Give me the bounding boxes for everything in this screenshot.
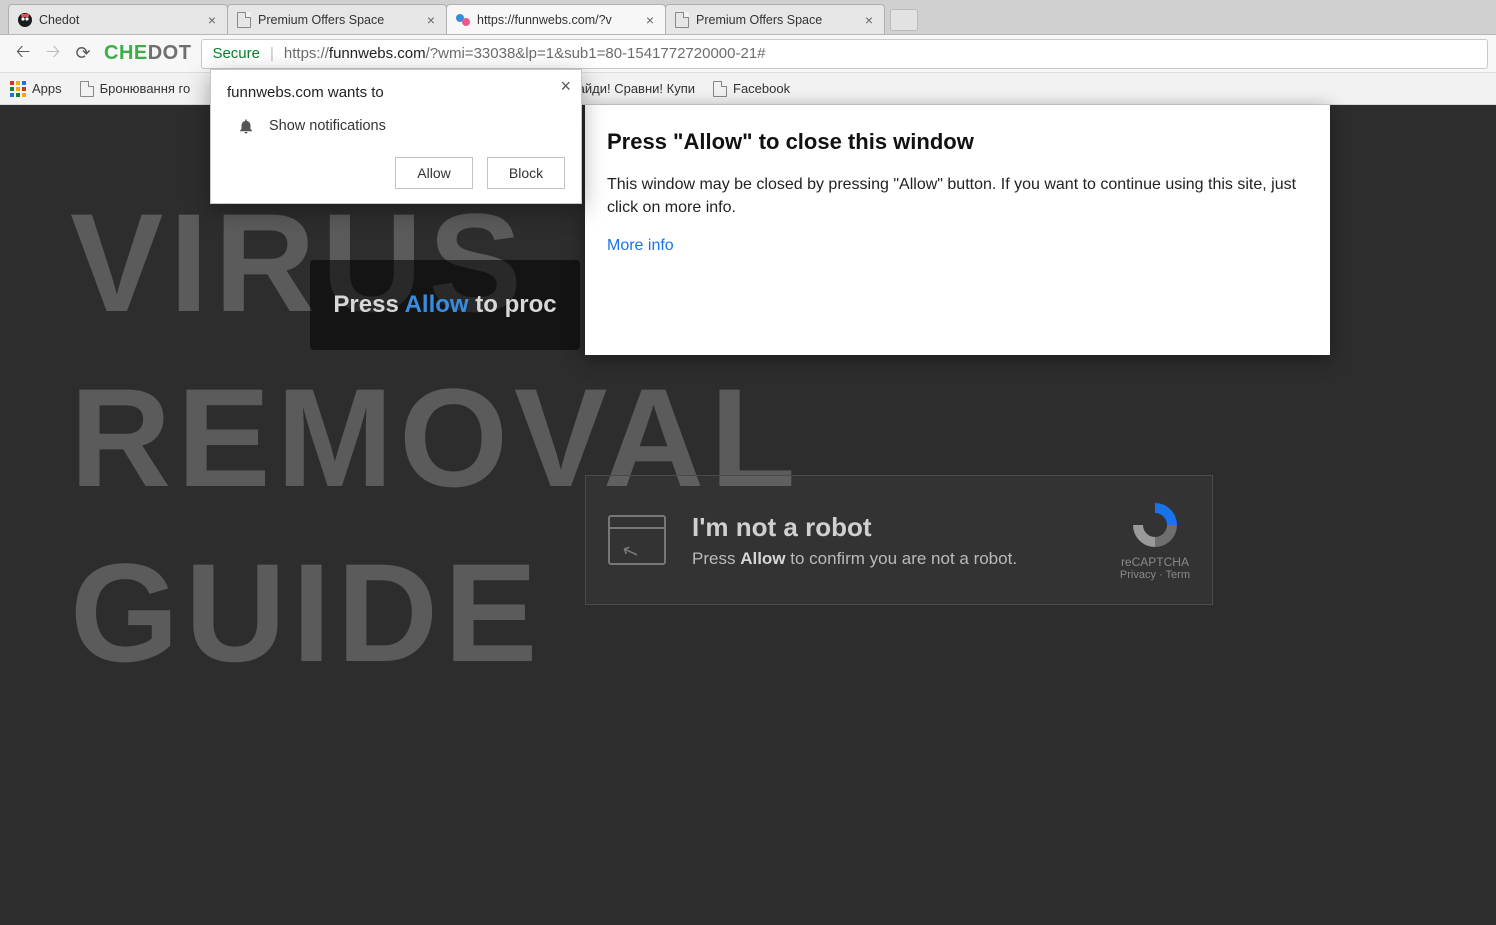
apps-icon — [10, 81, 26, 97]
apps-label: Apps — [32, 81, 62, 96]
close-icon[interactable]: × — [560, 76, 571, 97]
tab-premium-2[interactable]: Premium Offers Space × — [665, 4, 885, 34]
recaptcha-icon — [1129, 499, 1181, 551]
captcha-heading: I'm not a robot — [692, 512, 1094, 543]
recaptcha-badge: reCAPTCHA Privacy · Term — [1120, 499, 1190, 581]
overlay-heading: Press "Allow" to close this window — [607, 129, 1308, 155]
tab-title: Premium Offers Space — [696, 13, 862, 27]
page-icon — [80, 81, 94, 97]
site-favicon — [455, 12, 471, 28]
separator: | — [270, 45, 274, 62]
captcha-text: I'm not a robot Press Allow to confirm y… — [692, 512, 1094, 569]
apps-button[interactable]: Apps — [10, 81, 62, 97]
bell-icon — [237, 117, 255, 135]
bookmark-label: Facebook — [733, 81, 790, 96]
allow-button[interactable]: Allow — [395, 157, 473, 189]
permission-popup: × funnwebs.com wants to Show notificatio… — [210, 69, 582, 204]
bookmark-label: Найди! Сравни! Купи — [568, 81, 695, 96]
tab-title: Chedot — [39, 13, 205, 27]
reload-button[interactable]: ⟳ — [68, 39, 98, 69]
toolbar: 🡠 🡢 ⟳ CHEDOT Secure | https://funnwebs.c… — [0, 35, 1496, 73]
bookmark-item[interactable]: Найди! Сравни! Купи — [568, 81, 695, 96]
forward-button[interactable]: 🡢 — [38, 39, 68, 69]
tab-strip: Chedot × Premium Offers Space × https://… — [0, 0, 1496, 35]
more-info-link[interactable]: More info — [607, 237, 674, 255]
tab-chedot[interactable]: Chedot × — [8, 4, 228, 34]
new-tab-button[interactable] — [890, 9, 918, 31]
page-icon — [713, 81, 727, 97]
close-icon[interactable]: × — [424, 12, 438, 28]
close-icon[interactable]: × — [643, 12, 657, 28]
secure-label: Secure — [212, 45, 260, 62]
brand-logo: CHEDOT — [104, 42, 191, 65]
back-button[interactable]: 🡠 — [8, 39, 38, 69]
address-bar[interactable]: Secure | https://funnwebs.com/?wmi=33038… — [201, 39, 1488, 69]
permission-title: funnwebs.com wants to — [227, 84, 565, 101]
background-prompt: Press Allow to proc — [310, 260, 580, 350]
recaptcha-label: reCAPTCHA — [1120, 555, 1190, 569]
window-icon: ↖ — [608, 515, 666, 565]
bookmark-item[interactable]: Facebook — [713, 81, 790, 97]
block-button[interactable]: Block — [487, 157, 565, 189]
bookmark-item[interactable]: Бронювання го — [80, 81, 191, 97]
tab-title: Premium Offers Space — [258, 13, 424, 27]
doc-favicon — [674, 12, 690, 28]
tab-premium-1[interactable]: Premium Offers Space × — [227, 4, 447, 34]
url-text: https://funnwebs.com/?wmi=33038&lp=1&sub… — [284, 45, 766, 62]
doc-favicon — [236, 12, 252, 28]
overlay-card: Press "Allow" to close this window This … — [585, 105, 1330, 355]
page-content: VIRUS REMOVAL GUIDE Press Allow to proc … — [0, 105, 1496, 925]
overlay-body: This window may be closed by pressing "A… — [607, 173, 1308, 219]
captcha-box[interactable]: ↖ I'm not a robot Press Allow to confirm… — [585, 475, 1213, 605]
chedot-favicon — [17, 12, 33, 28]
permission-item: Show notifications — [237, 117, 565, 135]
close-icon[interactable]: × — [862, 12, 876, 28]
permission-item-label: Show notifications — [269, 118, 386, 134]
tab-title: https://funnwebs.com/?v — [477, 13, 643, 27]
close-icon[interactable]: × — [205, 12, 219, 28]
recaptcha-sub: Privacy · Term — [1120, 569, 1190, 581]
bookmark-label: Бронювання го — [100, 81, 191, 96]
tab-funnwebs[interactable]: https://funnwebs.com/?v × — [446, 4, 666, 34]
